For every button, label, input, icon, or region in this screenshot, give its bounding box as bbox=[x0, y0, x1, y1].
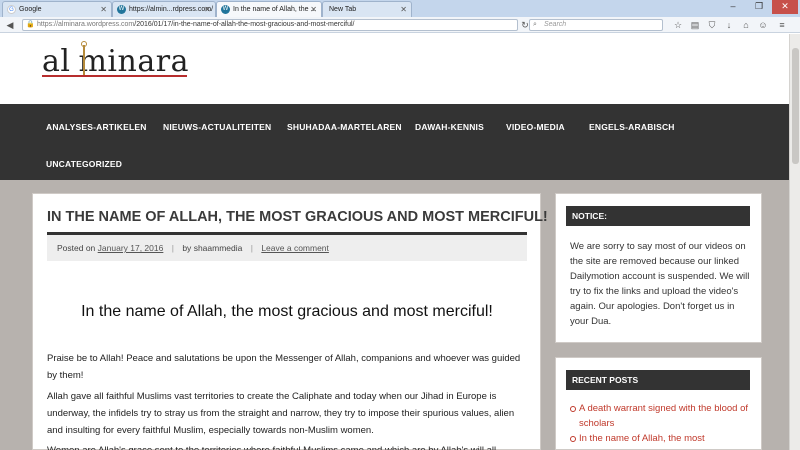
posted-on-label: Posted on bbox=[57, 243, 96, 253]
download-icon[interactable]: ↓ bbox=[723, 19, 735, 31]
maximize-icon[interactable]: ❐ bbox=[746, 0, 772, 14]
nav-item-shuhadaa[interactable]: SHUHADAA-MARTELAREN bbox=[287, 122, 402, 132]
nav-item-uncategorized[interactable]: UNCATEGORIZED bbox=[46, 159, 122, 169]
main-navigation: ANALYSES-ARTIKELEN NIEUWS-ACTUALITEITEN … bbox=[0, 104, 800, 180]
nav-item-nieuws[interactable]: NIEUWS-ACTUALITEITEN bbox=[163, 122, 271, 132]
minaret-logo-icon bbox=[81, 39, 87, 75]
author-link[interactable]: shaammedia bbox=[194, 243, 243, 253]
recent-posts-widget: RECENT POSTS A death warrant signed with… bbox=[555, 357, 762, 450]
search-placeholder: Search bbox=[544, 21, 567, 28]
address-bar[interactable]: 🔒 https://alminara.wordpress.com/2016/01… bbox=[22, 19, 518, 31]
article-card: IN THE NAME OF ALLAH, THE MOST GRACIOUS … bbox=[32, 193, 548, 450]
wordpress-icon: W bbox=[117, 5, 126, 14]
browser-toolbar: ◀ 🔒 https://alminara.wordpress.com/2016/… bbox=[0, 17, 800, 33]
recent-posts-list: A death warrant signed with the blood of… bbox=[570, 401, 752, 446]
reading-list-icon[interactable]: ▤ bbox=[689, 19, 701, 31]
nav-item-engels[interactable]: ENGELS-ARABISCH bbox=[589, 122, 675, 132]
site-header: al minara bbox=[0, 34, 800, 104]
recent-post-link[interactable]: A death warrant signed with the blood of… bbox=[570, 401, 752, 431]
nav-item-video[interactable]: VIDEO-MEDIA bbox=[506, 122, 565, 132]
post-date-link[interactable]: January 17, 2016 bbox=[98, 243, 164, 253]
page-scrollbar[interactable] bbox=[789, 34, 800, 450]
post-paragraph: Praise be to Allah! Peace and salutation… bbox=[47, 353, 521, 381]
wordpress-icon: W bbox=[221, 5, 230, 14]
browser-tab-google[interactable]: G Google ✕ bbox=[2, 1, 112, 17]
scrollbar-thumb[interactable] bbox=[792, 48, 799, 164]
nav-item-analyses[interactable]: ANALYSES-ARTIKELEN bbox=[46, 122, 147, 132]
chat-icon[interactable]: ☺ bbox=[757, 19, 769, 31]
search-icon: ⌕ bbox=[533, 21, 537, 28]
url-host: https://alminara.wordpress.com bbox=[37, 21, 135, 28]
back-icon[interactable]: ◀ bbox=[4, 19, 16, 31]
meta-separator: | bbox=[250, 243, 253, 253]
leave-comment-link[interactable]: Leave a comment bbox=[261, 243, 329, 253]
close-icon[interactable]: ✕ bbox=[400, 2, 407, 17]
browser-tab-active[interactable]: W In the name of Allah, the ... ✕ bbox=[216, 1, 322, 17]
tab-title: In the name of Allah, the ... bbox=[233, 6, 317, 13]
recent-post-link[interactable]: In the name of Allah, the most bbox=[570, 431, 752, 446]
browser-tab-newtab[interactable]: New Tab ✕ bbox=[322, 1, 412, 17]
logo-text-right: minara bbox=[78, 44, 189, 79]
nav-item-dawah[interactable]: DAWAH-KENNIS bbox=[415, 122, 484, 132]
post-title[interactable]: IN THE NAME OF ALLAH, THE MOST GRACIOUS … bbox=[47, 209, 548, 225]
tab-title: New Tab bbox=[329, 6, 357, 13]
home-icon[interactable]: ⌂ bbox=[740, 19, 752, 31]
close-icon[interactable]: ✕ bbox=[310, 2, 317, 17]
bookmark-star-icon[interactable]: ☆ bbox=[672, 19, 684, 31]
site-logo[interactable]: al minara bbox=[42, 44, 189, 79]
url-path: /2016/01/17/in-the-name-of-allah-the-mos… bbox=[134, 21, 355, 28]
search-input[interactable]: ⌕ Search bbox=[529, 19, 663, 31]
logo-underline bbox=[42, 75, 187, 77]
close-icon[interactable]: ✕ bbox=[100, 2, 107, 17]
tab-strip: G Google ✕ W https://almin...rdpress.com… bbox=[0, 0, 800, 17]
post-meta: Posted on January 17, 2016 | by shaammed… bbox=[47, 235, 527, 261]
minimize-icon[interactable]: – bbox=[720, 0, 746, 14]
meta-separator: | bbox=[171, 243, 174, 253]
google-icon: G bbox=[7, 5, 16, 14]
post-paragraph: Allah gave all faithful Muslims vast ter… bbox=[47, 391, 515, 436]
window-close-icon[interactable]: ✕ bbox=[772, 0, 798, 14]
menu-icon[interactable]: ≡ bbox=[776, 19, 788, 31]
pocket-icon[interactable]: ⛉ bbox=[706, 19, 718, 31]
logo-text-left: al bbox=[42, 44, 71, 79]
tab-title: Google bbox=[19, 6, 42, 13]
notice-text: We are sorry to say most of our videos o… bbox=[570, 241, 750, 327]
notice-title: NOTICE: bbox=[566, 206, 750, 226]
recent-posts-title: RECENT POSTS bbox=[566, 370, 750, 390]
tab-title: https://almin...rdpress.com/ bbox=[129, 6, 214, 13]
notice-widget: NOTICE: We are sorry to say most of our … bbox=[555, 193, 762, 343]
by-label: by bbox=[182, 243, 192, 253]
close-icon[interactable]: ✕ bbox=[204, 2, 211, 17]
post-paragraph: Women are Allah's grace sent to the terr… bbox=[47, 442, 527, 450]
post-heading: In the name of Allah, the most gracious … bbox=[81, 303, 493, 320]
lock-icon: 🔒 bbox=[26, 21, 35, 28]
browser-tab-wordpress[interactable]: W https://almin...rdpress.com/ ✕ bbox=[112, 1, 216, 17]
